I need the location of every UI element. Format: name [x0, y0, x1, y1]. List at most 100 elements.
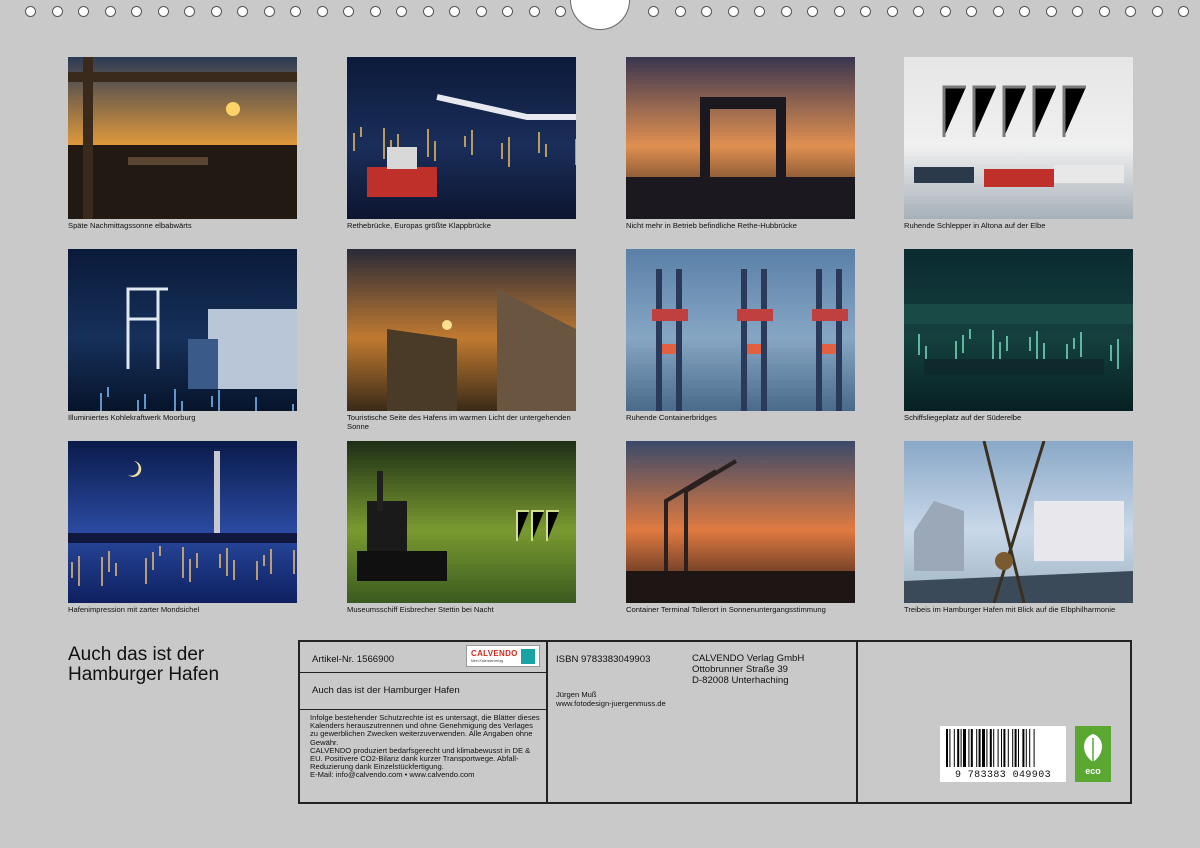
binding-hole: [131, 6, 142, 17]
photo-lift-bridge: [626, 57, 855, 219]
photo-caption: Illuminiertes Kohlekraftwerk Moorburg: [68, 413, 196, 422]
binding-hole: [781, 6, 792, 17]
binding-hole: [370, 6, 381, 17]
eco-badge: eco: [1075, 726, 1111, 782]
photo-tugboats: [904, 57, 1133, 219]
legal-notice: Infolge bestehender Schutzrechte ist es …: [310, 713, 540, 780]
calvendo-logo-subtitle: Mein Kalenderverlag: [471, 659, 504, 663]
photo-image: [347, 249, 576, 411]
binding-hole: [78, 6, 89, 17]
calvendo-mark-icon: [521, 649, 535, 664]
binding-hole: [502, 6, 513, 17]
isbn: ISBN 9783383049903: [556, 654, 651, 665]
imprint-column-left: Artikel-Nr. 1566900 CALVENDO Mein Kalend…: [300, 642, 548, 802]
photo-image: [68, 249, 297, 411]
binding-hole: [1178, 6, 1189, 17]
binding-hole: [476, 6, 487, 17]
binding-hole: [211, 6, 222, 17]
photo-caption: Rethebrücke, Europas größte Klappbrücke: [347, 221, 491, 230]
calendar-name: Auch das ist der Hamburger Hafen: [312, 685, 460, 696]
photo-image: [68, 441, 297, 603]
binding-hole: [1125, 6, 1136, 17]
binding-hole: [913, 6, 924, 17]
binding-hole: [834, 6, 845, 17]
photo-caption: Schiffsliegeplatz auf der Süderelbe: [904, 413, 1022, 422]
photo-sunset-terrace: [68, 57, 297, 219]
binding-hole: [701, 6, 712, 17]
title-line-1: Auch das ist der: [68, 644, 205, 665]
publisher-name: CALVENDO Verlag GmbH: [692, 653, 805, 664]
photo-power-plant: [68, 249, 297, 411]
binding-hole: [290, 6, 301, 17]
binding-hole: [754, 6, 765, 17]
photo-image: [347, 441, 576, 603]
photo-image: [904, 57, 1133, 219]
calendar-title: Auch das ist der Hamburger Hafen: [68, 645, 288, 685]
binding-hole: [648, 6, 659, 17]
photo-image: [904, 249, 1133, 411]
photo-caption: Späte Nachmittagssonne elbabwärts: [68, 221, 192, 230]
binding-hole: [52, 6, 63, 17]
photo-image: [626, 249, 855, 411]
binding-hole: [966, 6, 977, 17]
publisher-address: CALVENDO Verlag GmbH Ottobrunner Straße …: [692, 653, 804, 686]
binding-hole: [728, 6, 739, 17]
photo-green-night: [347, 441, 576, 603]
photo-caption: Touristische Seite des Hafens im warmen …: [347, 413, 571, 431]
binding-hole: [264, 6, 275, 17]
photo-caption: Hafenimpression mit zarter Mondsichel: [68, 605, 200, 614]
photo-pier-sunset: [347, 249, 576, 411]
photo-night-bridge: [347, 57, 576, 219]
binding-hole: [529, 6, 540, 17]
article-row: Artikel-Nr. 1566900 CALVENDO Mein Kalend…: [300, 642, 546, 673]
imprint-column-middle: ISBN 9783383049903 CALVENDO Verlag GmbH …: [546, 642, 858, 802]
binding-hole: [1046, 6, 1057, 17]
photo-cranes-blue: [626, 249, 855, 411]
binding-hole: [1072, 6, 1083, 17]
photo-image: [904, 441, 1133, 603]
binding-hole: [860, 6, 871, 17]
photo-caption: Ruhende Containerbridges: [626, 413, 717, 422]
binding-hole: [940, 6, 951, 17]
photo-caption: Nicht mehr in Betrieb befindliche Rethe-…: [626, 221, 797, 230]
photo-caption: Treibeis im Hamburger Hafen mit Blick au…: [904, 605, 1116, 614]
binding-hole: [555, 6, 566, 17]
photo-image: [626, 57, 855, 219]
binding-hole: [1099, 6, 1110, 17]
title-row: Auch das ist der Hamburger Hafen: [300, 673, 546, 710]
photo-image: [347, 57, 576, 219]
photo-caption: Ruhende Schlepper in Altona auf der Elbe: [904, 221, 1046, 230]
binding-hole: [993, 6, 1004, 17]
binding-hole: [887, 6, 898, 17]
binding-hole: [184, 6, 195, 17]
calvendo-logo-text: CALVENDO: [471, 649, 518, 658]
binding-hole: [423, 6, 434, 17]
photo-caption: Container Terminal Tollerort in Sonnenun…: [626, 605, 826, 614]
photo-berth-night: [904, 249, 1133, 411]
binding-hole: [343, 6, 354, 17]
binding-hole: [237, 6, 248, 17]
binding-hole: [25, 6, 36, 17]
photo-elbphilharmonie: [904, 441, 1133, 603]
calvendo-logo: CALVENDO Mein Kalenderverlag: [466, 645, 540, 667]
author-website: www.fotodesign-juergenmuss.de: [556, 699, 666, 708]
eco-label: eco: [1085, 766, 1101, 776]
binding-hole: [1019, 6, 1030, 17]
photo-moon-harbor: [68, 441, 297, 603]
photo-image: [626, 441, 855, 603]
binding-hole: [396, 6, 407, 17]
hanger-cutout: [570, 0, 630, 30]
binding-hole: [449, 6, 460, 17]
publisher-city: D-82008 Unterhaching: [692, 675, 789, 686]
photo-caption: Museumsschiff Eisbrecher Stettin bei Nac…: [347, 605, 494, 614]
publisher-street: Ottobrunner Straße 39: [692, 664, 788, 675]
photo-image: [68, 57, 297, 219]
author-name: Jürgen Muß: [556, 690, 597, 699]
binding-hole: [317, 6, 328, 17]
binding-hole: [158, 6, 169, 17]
article-number: Artikel-Nr. 1566900: [312, 654, 395, 665]
title-line-2: Hamburger Hafen: [68, 664, 220, 685]
binding-hole: [675, 6, 686, 17]
binding-hole: [807, 6, 818, 17]
author-info: Jürgen Muß www.fotodesign-juergenmuss.de: [556, 690, 666, 708]
